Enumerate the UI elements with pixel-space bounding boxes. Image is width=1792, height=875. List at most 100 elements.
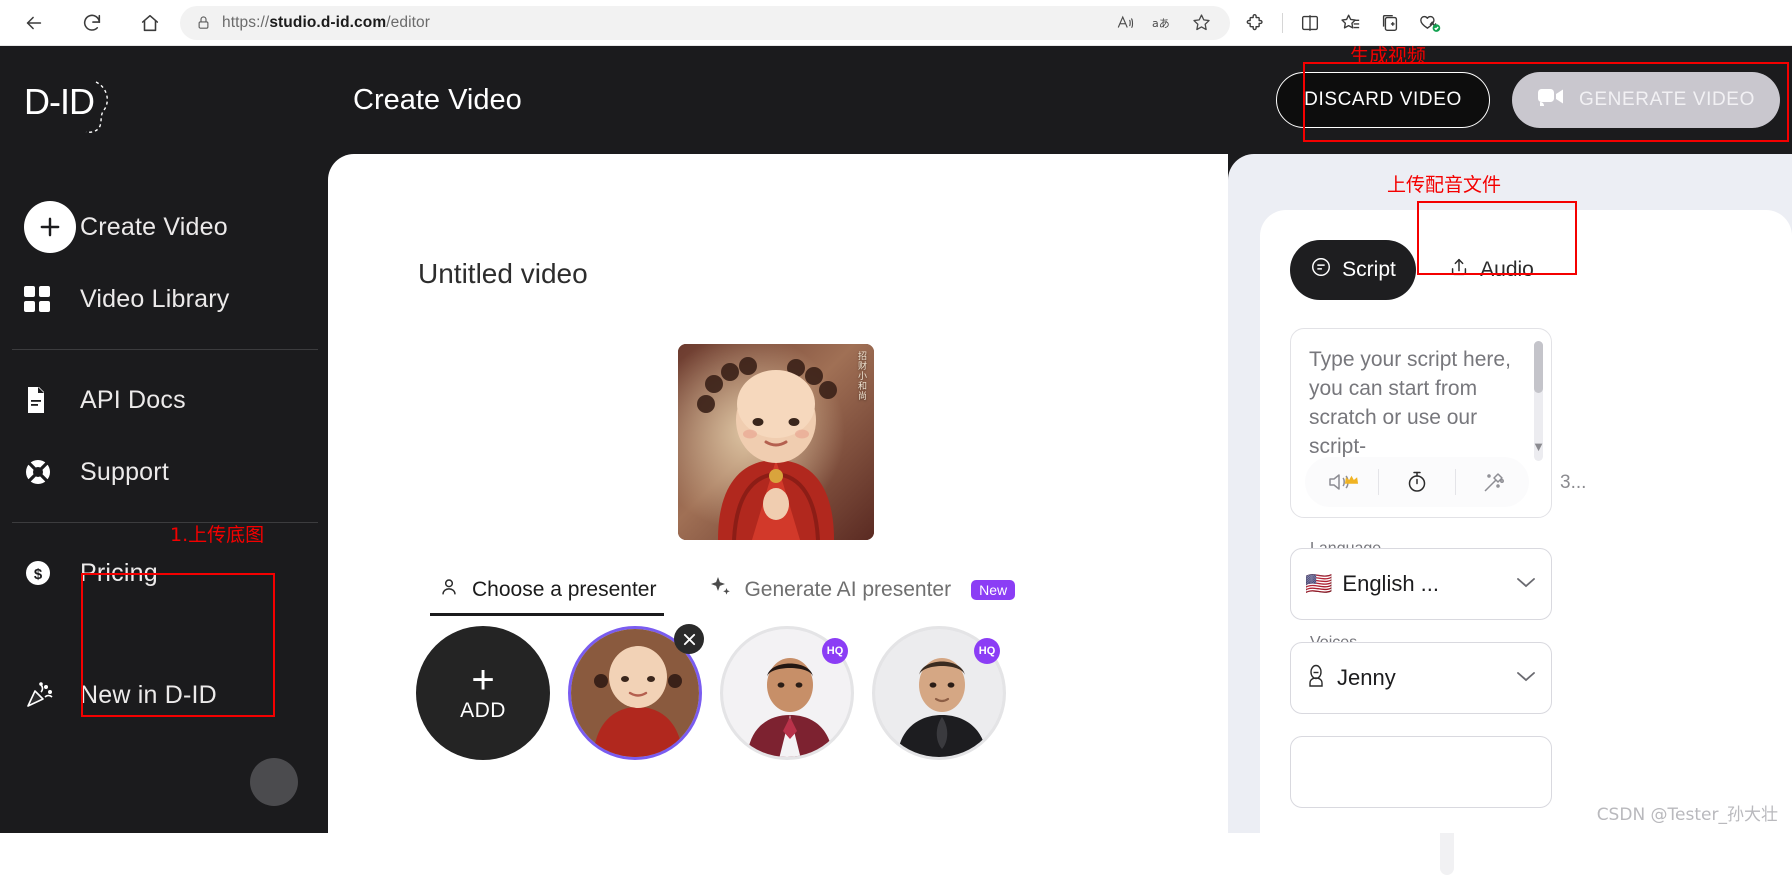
grid-icon bbox=[24, 286, 80, 312]
language-select[interactable]: 🇺🇸 English ... bbox=[1290, 548, 1552, 620]
voice-value: Jenny bbox=[1337, 665, 1396, 690]
language-value: English ... bbox=[1342, 571, 1440, 596]
timer-icon[interactable] bbox=[1386, 470, 1448, 494]
page-title: Create Video bbox=[353, 83, 522, 116]
add-presenter-button[interactable]: + ADD bbox=[416, 626, 550, 760]
sidebar-item-video-library[interactable]: Video Library bbox=[0, 263, 328, 335]
generate-video-label: GENERATE VIDEO bbox=[1579, 89, 1755, 110]
sidebar-item-label: New in D-ID bbox=[80, 680, 217, 709]
split-screen-icon[interactable] bbox=[1291, 6, 1329, 40]
scrollbar-thumb[interactable] bbox=[1534, 341, 1543, 393]
hq-badge: HQ bbox=[974, 638, 1000, 664]
plus-circle-icon bbox=[24, 201, 80, 253]
editor-canvas: Untitled video 招财小和尚 Choose a presenter … bbox=[328, 154, 1454, 875]
reload-icon[interactable] bbox=[74, 5, 110, 41]
app-shell: D-ID Create Video Video Library API Docs… bbox=[0, 45, 1792, 875]
magic-wand-icon[interactable] bbox=[1463, 470, 1525, 494]
presenter-preview-image bbox=[678, 344, 874, 540]
favorite-star-icon[interactable] bbox=[1184, 8, 1218, 38]
add-presenter-item[interactable]: + ADD bbox=[416, 626, 550, 760]
translate-icon[interactable]: aあ bbox=[1146, 8, 1180, 38]
header-actions: DISCARD VIDEO GENERATE VIDEO bbox=[1276, 72, 1792, 128]
tab-generate-ai-presenter[interactable]: Generate AI presenter New bbox=[708, 564, 1016, 616]
sidebar-item-api-docs[interactable]: API Docs bbox=[0, 364, 328, 436]
back-arrow-icon[interactable] bbox=[16, 5, 52, 41]
svg-text:D-ID: D-ID bbox=[24, 81, 94, 122]
presenter-item[interactable]: HQ bbox=[872, 626, 1006, 760]
party-popper-icon bbox=[24, 680, 80, 710]
additional-option-field[interactable] bbox=[1290, 736, 1552, 808]
toolbar-divider bbox=[1377, 469, 1379, 495]
extensions-puzzle-icon[interactable] bbox=[1236, 6, 1274, 40]
generate-video-button[interactable]: GENERATE VIDEO bbox=[1512, 72, 1780, 128]
tab-label: Generate AI presenter bbox=[744, 577, 952, 601]
address-bar[interactable]: https://studio.d-id.com/editor aあ bbox=[180, 5, 1230, 40]
tab-label: Script bbox=[1342, 258, 1396, 281]
sidebar-item-create-video[interactable]: Create Video bbox=[0, 191, 328, 263]
audio-upload-annotation-text: 上传配音文件 bbox=[1387, 174, 1502, 196]
speech-bubble-icon bbox=[1310, 256, 1332, 284]
voice-person-icon bbox=[1305, 664, 1327, 693]
sidebar-item-pricing[interactable]: $ Pricing bbox=[0, 537, 328, 609]
tab-choose-a-presenter[interactable]: Choose a presenter bbox=[429, 564, 665, 616]
person-icon bbox=[438, 576, 460, 603]
sidebar-item-label: Create Video bbox=[80, 212, 228, 241]
csdn-watermark: CSDN @Tester_孙大壮 bbox=[1596, 805, 1778, 825]
script-toolbar bbox=[1305, 457, 1529, 507]
browser-extensions-area bbox=[1236, 6, 1449, 40]
script-placeholder: Type your script here, you can start fro… bbox=[1309, 348, 1511, 457]
presenter-item[interactable] bbox=[568, 624, 704, 760]
video-title[interactable]: Untitled video bbox=[418, 258, 588, 290]
user-avatar[interactable] bbox=[250, 758, 298, 806]
toolbar-divider bbox=[1455, 469, 1457, 495]
scroll-down-icon[interactable]: ▼ bbox=[1532, 439, 1545, 454]
collections-icon[interactable] bbox=[1331, 6, 1369, 40]
sidebar-item-support[interactable]: Support bbox=[0, 436, 328, 508]
presenter-list: + ADD HQ HQ bbox=[416, 624, 1216, 806]
tab-script[interactable]: Script bbox=[1290, 240, 1416, 300]
sidebar: D-ID Create Video Video Library API Docs… bbox=[0, 46, 328, 833]
editor-header: Create Video DISCARD VIDEO GENERATE VIDE… bbox=[328, 46, 1792, 154]
tab-audio[interactable]: Audio bbox=[1428, 240, 1554, 300]
sidebar-nav: Create Video Video Library API Docs Supp… bbox=[0, 191, 328, 731]
toolbar-divider bbox=[1282, 12, 1283, 33]
upload-base-image-annotation-text: 1.上传底图 bbox=[170, 524, 265, 546]
speaker-premium-icon[interactable] bbox=[1309, 471, 1371, 493]
browser-essentials-icon[interactable] bbox=[1411, 6, 1449, 40]
lifebuoy-icon bbox=[24, 458, 80, 486]
discard-video-button[interactable]: DISCARD VIDEO bbox=[1276, 72, 1490, 128]
svg-text:$: $ bbox=[34, 566, 43, 583]
add-to-tabs-icon[interactable] bbox=[1371, 6, 1409, 40]
right-panel: Script Audio Type your script here, you … bbox=[1228, 154, 1792, 833]
remove-presenter-icon[interactable] bbox=[674, 624, 704, 654]
script-audio-tabs: Script Audio bbox=[1290, 240, 1554, 300]
character-count: 3... bbox=[1560, 472, 1587, 493]
read-aloud-icon[interactable] bbox=[1108, 8, 1142, 38]
presenter-tabs: Choose a presenter Generate AI presenter… bbox=[429, 564, 1098, 616]
tab-label: Choose a presenter bbox=[472, 577, 657, 601]
voice-select[interactable]: Jenny bbox=[1290, 642, 1552, 714]
sidebar-divider bbox=[12, 349, 318, 350]
upload-icon bbox=[1448, 256, 1470, 284]
new-badge: New bbox=[971, 579, 1016, 600]
presenter-item[interactable]: HQ bbox=[720, 626, 854, 760]
sidebar-divider bbox=[12, 522, 318, 523]
preview-side-text: 招财小和尚 bbox=[857, 351, 867, 401]
chevron-down-icon[interactable] bbox=[1515, 575, 1537, 594]
url-text: https://studio.d-id.com/editor bbox=[222, 13, 430, 31]
script-panel: Script Audio Type your script here, you … bbox=[1260, 210, 1792, 833]
sidebar-item-new-in-did[interactable]: New in D-ID bbox=[0, 659, 328, 731]
us-flag-icon: 🇺🇸 bbox=[1305, 571, 1333, 596]
script-textarea[interactable]: Type your script here, you can start fro… bbox=[1290, 328, 1552, 518]
svg-text:aあ: aあ bbox=[1152, 16, 1170, 29]
chevron-down-icon[interactable] bbox=[1515, 669, 1537, 688]
did-logo[interactable]: D-ID bbox=[24, 74, 124, 140]
add-label: ADD bbox=[460, 699, 506, 722]
home-icon[interactable] bbox=[132, 5, 168, 41]
video-preview[interactable]: 招财小和尚 bbox=[678, 344, 874, 540]
crown-badge-icon bbox=[1344, 474, 1359, 489]
hq-badge: HQ bbox=[822, 638, 848, 664]
sparkle-icon bbox=[708, 575, 732, 604]
lock-icon bbox=[192, 15, 214, 30]
document-icon bbox=[24, 386, 80, 414]
